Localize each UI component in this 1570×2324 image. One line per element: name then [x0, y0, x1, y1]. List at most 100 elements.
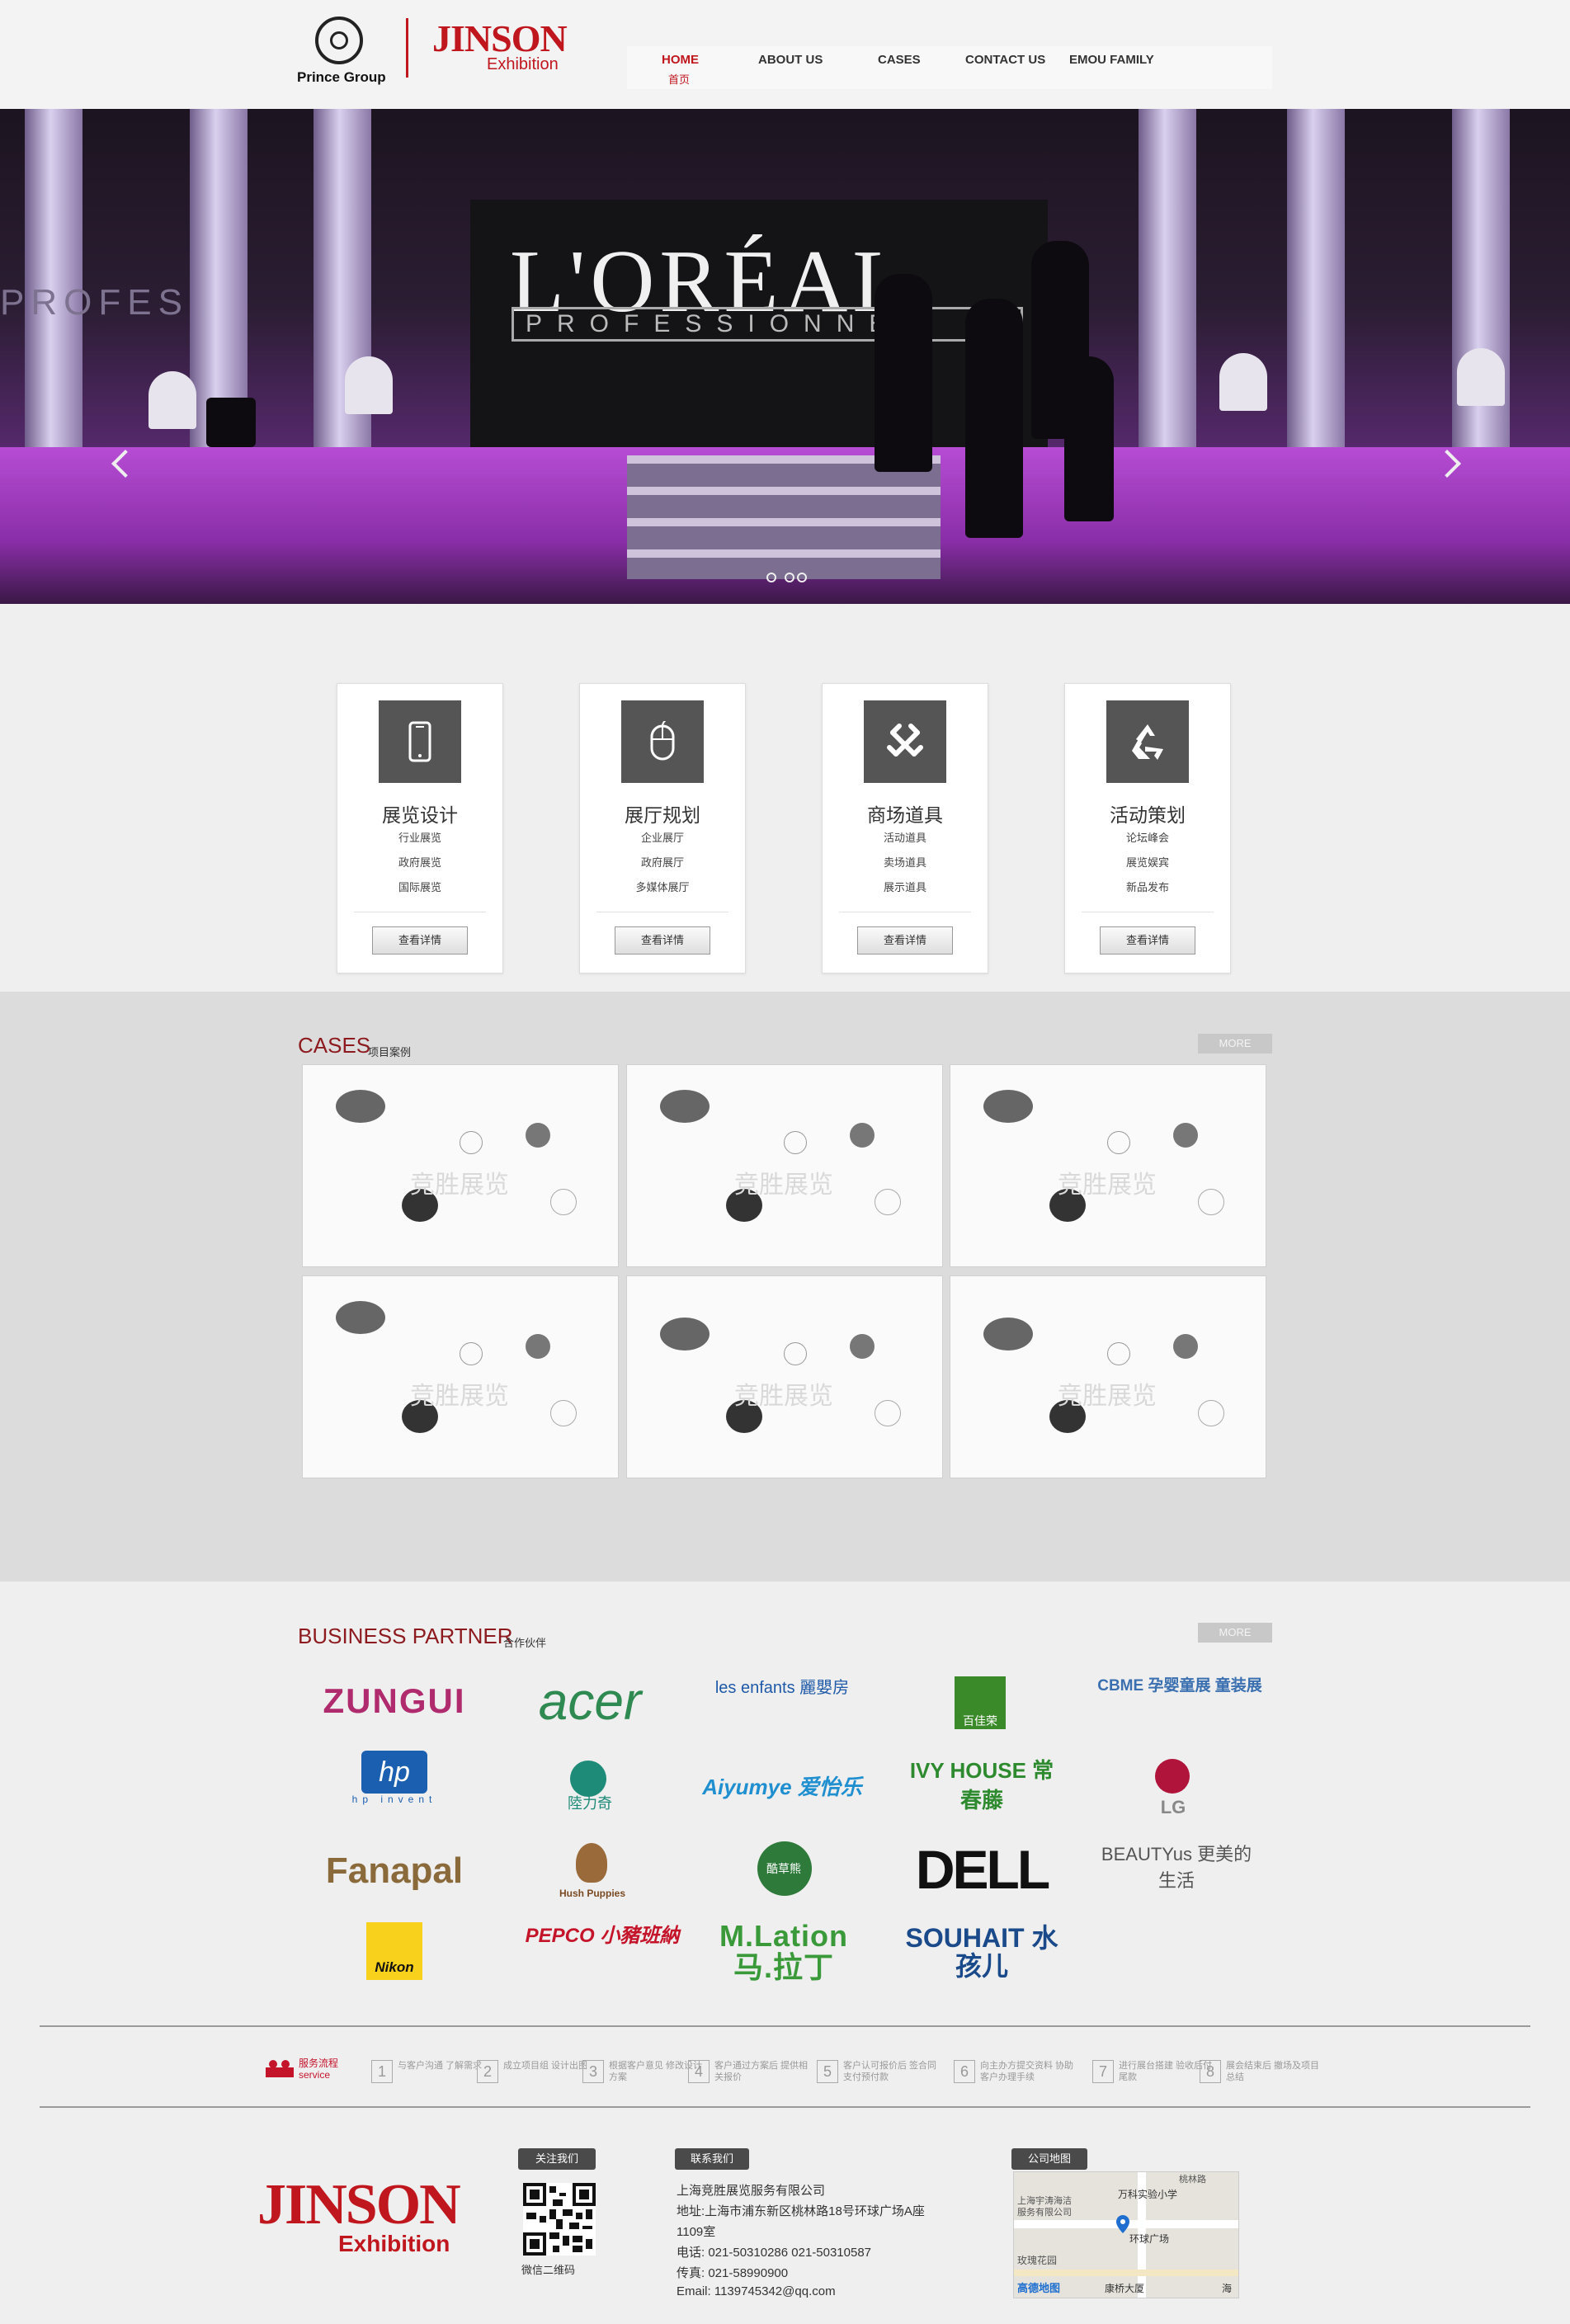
stage-screen-subtext: PROFESSIONNEL	[512, 307, 1023, 342]
nav-home-sub: 首页	[668, 73, 691, 86]
partner-logo-kucaoxiong[interactable]: 酷草熊	[701, 1838, 866, 1904]
luliqi-mark	[570, 1761, 606, 1797]
prince-group-logo[interactable]: Prince Group	[297, 15, 388, 93]
partner-logo-ivy-house[interactable]: IVY HOUSE 常春藤	[899, 1756, 1064, 1822]
slider-dot[interactable]	[785, 573, 794, 582]
service-card: 展览设计 行业展览 政府展览 国际展览 查看详情	[337, 683, 503, 973]
partners-more-button[interactable]: MORE	[1198, 1623, 1272, 1643]
partner-logo-hp[interactable]: hp hp invent	[345, 1751, 444, 1815]
partner-logo-souhait[interactable]: SOUHAIT 水孩儿	[899, 1924, 1064, 1990]
map-label: 环球广场	[1129, 2233, 1170, 2245]
service-flow-icon	[266, 2058, 294, 2079]
nav-contact[interactable]: CONTACT US	[965, 53, 1045, 67]
service-title: 展厅规划	[625, 804, 700, 826]
decor-blob	[1198, 1189, 1224, 1215]
video-camera	[206, 398, 256, 447]
hero-banner: PROFES L'ORÉAL PROFESSIONNEL	[0, 109, 1570, 604]
view-details-button[interactable]: 查看详情	[1100, 926, 1195, 955]
nav-home[interactable]: HOME	[662, 53, 699, 67]
email[interactable]: Email: 1139745342@qq.com	[677, 2284, 836, 2298]
partner-logo-baijiarong[interactable]: 百佳荣	[898, 1676, 1063, 1729]
section-divider	[40, 2025, 1530, 2027]
decor-blob	[660, 1090, 710, 1123]
partner-logo-aiyumye[interactable]: Aiyumye 爱怡乐	[700, 1756, 865, 1822]
follow-us-tag: 关注我们	[518, 2148, 596, 2170]
step-text: 客户通过方案后 提供相关报价	[714, 2061, 809, 2082]
partner-logo-lg[interactable]: LG	[1091, 1756, 1256, 1822]
partner-logo-zungui[interactable]: ZUNGUI	[312, 1668, 477, 1734]
case-thumbnail[interactable]: 竞胜展览	[950, 1275, 1266, 1478]
decor-blob	[526, 1123, 550, 1148]
step-number: 5	[817, 2060, 838, 2083]
map-label: 万科实验小学	[1118, 2189, 1178, 2200]
service-title: 活动策划	[1110, 804, 1186, 826]
nav-about[interactable]: ABOUT US	[758, 53, 823, 67]
decor-blob	[550, 1189, 577, 1215]
stage-pillar	[1287, 109, 1345, 497]
partner-logo-luliqi[interactable]: 陸力奇	[507, 1754, 672, 1820]
company-map[interactable]: 万科实验小学 上海宇涛海洁 服务有限公司 环球广场 玫瑰花园 高德地图 康桥大厦…	[1013, 2171, 1239, 2298]
partner-logo-nikon[interactable]: Nikon	[345, 1922, 444, 1982]
view-details-button[interactable]: 查看详情	[615, 926, 710, 955]
view-details-button[interactable]: 查看详情	[372, 926, 468, 955]
decor-blob	[550, 1400, 577, 1426]
step-number: 6	[954, 2060, 975, 2083]
partner-logo-cbme[interactable]: CBME 孕婴童展 童装展	[1097, 1675, 1262, 1741]
slider-dot[interactable]	[766, 573, 776, 582]
mouse-icon	[621, 700, 704, 783]
case-thumbnail[interactable]: 竞胜展览	[626, 1275, 943, 1478]
cases-subtitle: 项目案例	[368, 1046, 412, 1058]
partner-logo-dell[interactable]: DELL	[899, 1836, 1064, 1902]
partner-logo-hush-puppies[interactable]: Hush Puppies	[510, 1841, 675, 1907]
step-text: 向主办方提交资料 协助客户办理手续	[980, 2061, 1074, 2082]
slider-dot[interactable]	[797, 573, 807, 582]
partners-title: BUSINESS PARTNER	[298, 1624, 513, 1648]
nav-emou-family[interactable]: EMOU FAMILY	[1069, 53, 1154, 67]
decor-blob	[1198, 1400, 1224, 1426]
decor-blob	[460, 1131, 483, 1154]
stage-pillar	[314, 109, 371, 497]
decor-blob	[983, 1090, 1033, 1123]
case-watermark: 竞胜展览	[734, 1383, 833, 1410]
case-thumbnail[interactable]: 竞胜展览	[626, 1064, 943, 1267]
address-line-2: 1109室	[677, 2225, 716, 2239]
case-thumbnail[interactable]: 竞胜展览	[302, 1064, 619, 1267]
jinson-logo[interactable]: JINSON Exhibition	[432, 20, 568, 78]
partner-logo-les-enfants[interactable]: les enfants 麗嬰房	[700, 1668, 865, 1739]
service-item: 行业展览	[398, 832, 441, 844]
map-road	[1014, 2270, 1238, 2276]
cases-more-button[interactable]: MORE	[1198, 1034, 1272, 1054]
wechat-qr-code[interactable]	[523, 2183, 596, 2256]
partner-logo-pepco[interactable]: PEPCO 小豬班納	[520, 1922, 685, 1988]
company-map-tag: 公司地图	[1011, 2148, 1087, 2170]
joomla-icon	[864, 700, 946, 783]
partner-logo-mlation[interactable]: M.Lation 马.拉丁	[701, 1921, 866, 1987]
map-label: 玫瑰花园	[1017, 2255, 1058, 2266]
case-thumbnail[interactable]: 竞胜展览	[950, 1064, 1266, 1267]
partner-logo-fanapal[interactable]: Fanapal	[312, 1838, 477, 1904]
logo-divider	[406, 18, 408, 78]
case-watermark: 竞胜展览	[410, 1171, 509, 1199]
stage-stairs	[627, 455, 941, 579]
service-item: 国际展览	[398, 881, 441, 893]
hush-puppies-mark	[576, 1843, 607, 1883]
partner-logo-acer[interactable]: acer	[507, 1668, 672, 1734]
decor-blob	[983, 1318, 1033, 1351]
footer-jinson-logo[interactable]: JINSON Exhibition	[257, 2176, 461, 2256]
nav-cases[interactable]: CASES	[878, 53, 921, 67]
service-item: 政府展览	[398, 856, 441, 869]
case-watermark: 竞胜展览	[1058, 1171, 1157, 1199]
decor-blob	[875, 1189, 901, 1215]
case-thumbnail[interactable]: 竞胜展览	[302, 1275, 619, 1478]
case-watermark: 竞胜展览	[1058, 1383, 1157, 1410]
step-number: 7	[1092, 2060, 1114, 2083]
cases-title: CASES	[298, 1033, 371, 1058]
view-details-button[interactable]: 查看详情	[857, 926, 953, 955]
service-item: 展示道具	[883, 881, 926, 893]
service-item: 活动道具	[883, 832, 926, 844]
decor-blob	[660, 1318, 710, 1351]
process-label-cn: 服务流程	[299, 2058, 339, 2069]
partner-logo-beautyus[interactable]: BEAUTYus 更美的生活	[1094, 1841, 1259, 1907]
contact-us-tag: 联系我们	[675, 2148, 749, 2170]
hp-mark: hp	[361, 1751, 427, 1794]
